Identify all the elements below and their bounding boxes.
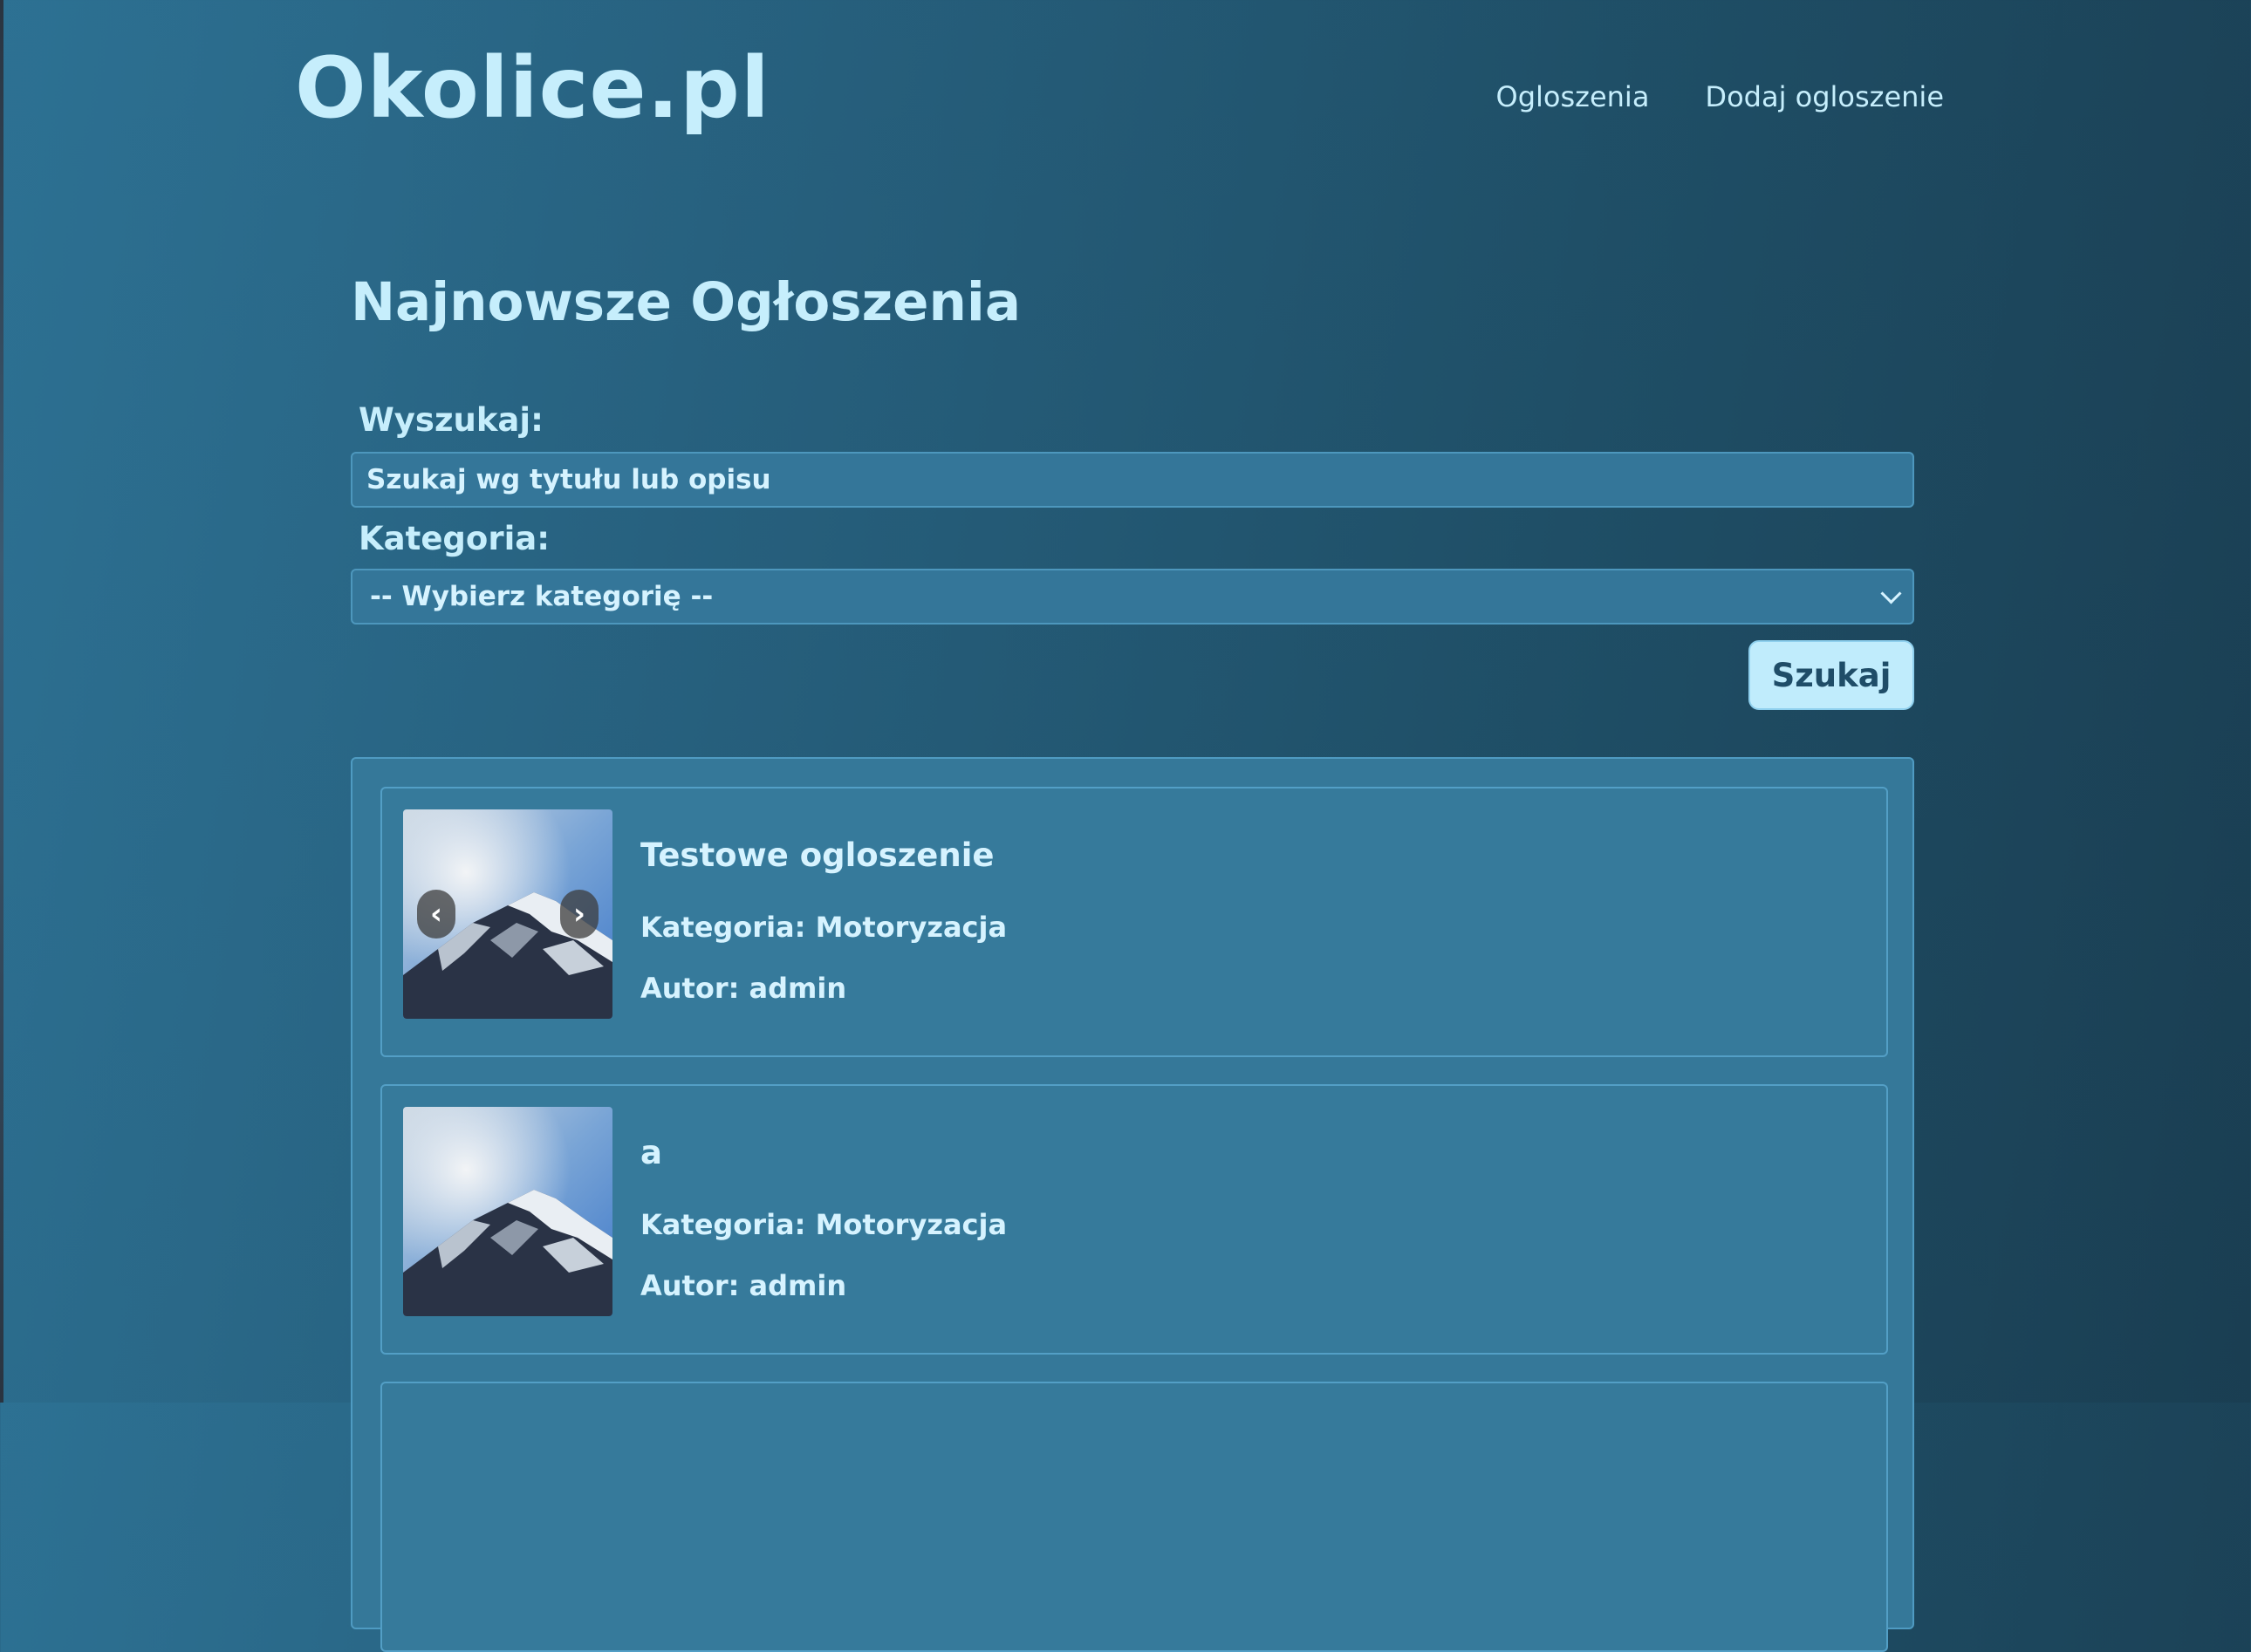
category-label: Kategoria: — [359, 520, 551, 557]
nav-link-dodaj-ogloszenie[interactable]: Dodaj ogloszenie — [1705, 80, 1944, 113]
category-prefix: Kategoria: — [640, 1208, 806, 1241]
search-button[interactable]: Szukaj — [1748, 640, 1914, 710]
listing-author: Autor: admin — [640, 1269, 846, 1302]
category-prefix: Kategoria: — [640, 911, 806, 944]
listing-card[interactable] — [380, 1382, 1888, 1652]
category-select-value: -- Wybierz kategorię -- — [370, 581, 714, 612]
mountain-photo — [403, 1107, 612, 1316]
listing-info: Testowe ogloszenie Kategoria: Motoryzacj… — [640, 839, 1007, 1005]
site-logo[interactable]: Okolice.pl — [295, 40, 770, 137]
listing-info: a Kategoria: Motoryzacja Autor: admin — [640, 1137, 1007, 1302]
window-edge — [0, 0, 3, 1403]
page-title: Najnowsze Ogłoszenia — [351, 271, 1021, 333]
chevron-down-icon — [1880, 582, 1902, 604]
category-select[interactable]: -- Wybierz kategorię -- — [351, 569, 1914, 625]
listing-image: ‹ › — [403, 809, 612, 1019]
author-value: admin — [749, 972, 847, 1005]
listing-card[interactable]: a Kategoria: Motoryzacja Autor: admin — [380, 1084, 1888, 1355]
listing-category: Kategoria: Motoryzacja — [640, 1208, 1007, 1241]
search-label: Wyszukaj: — [359, 401, 544, 439]
listings-panel: ‹ › Testowe ogloszenie Kategoria: Motory… — [351, 757, 1914, 1652]
search-input[interactable] — [351, 452, 1914, 508]
listing-image — [403, 1107, 612, 1316]
author-value: admin — [749, 1269, 847, 1302]
listing-category: Kategoria: Motoryzacja — [640, 911, 1007, 944]
main-content: Najnowsze Ogłoszenia Wyszukaj: Kategoria… — [351, 270, 1914, 1652]
nav-link-ogloszenia[interactable]: Ogloszenia — [1496, 80, 1650, 113]
main-nav: Ogloszenia Dodaj ogloszenie — [1496, 80, 1944, 113]
author-prefix: Autor: — [640, 1269, 740, 1302]
listing-title[interactable]: Testowe ogloszenie — [640, 839, 994, 871]
listing-title[interactable]: a — [640, 1137, 662, 1169]
listing-card[interactable]: ‹ › Testowe ogloszenie Kategoria: Motory… — [380, 787, 1888, 1057]
category-value: Motoryzacja — [815, 911, 1008, 944]
carousel-prev-button[interactable]: ‹ — [417, 890, 455, 939]
carousel-next-button[interactable]: › — [560, 890, 599, 939]
listing-author: Autor: admin — [640, 972, 846, 1005]
author-prefix: Autor: — [640, 972, 740, 1005]
category-value: Motoryzacja — [815, 1208, 1008, 1241]
